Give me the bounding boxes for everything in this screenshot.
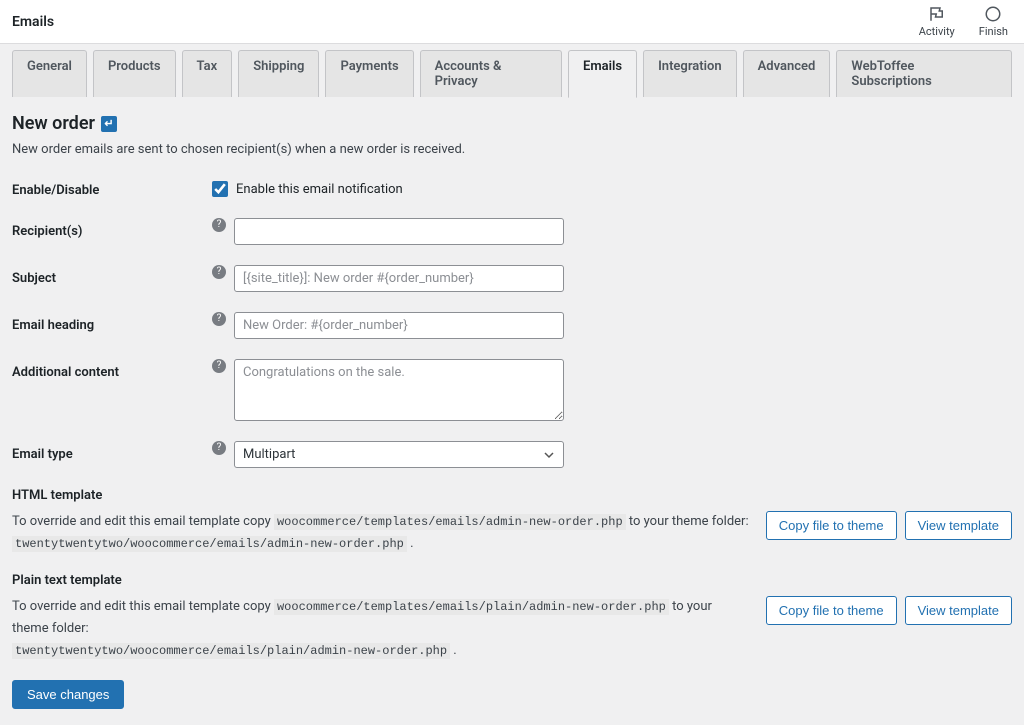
help-icon[interactable]: ?: [212, 265, 226, 279]
help-icon[interactable]: ?: [212, 359, 226, 373]
circle-icon: [984, 5, 1002, 23]
row-email-heading: Email heading ?: [12, 312, 1012, 339]
tab-integration[interactable]: Integration: [643, 50, 737, 97]
finish-button[interactable]: Finish: [979, 5, 1008, 38]
enable-checkbox[interactable]: [212, 181, 228, 197]
text-part: To override and edit this email template…: [12, 514, 274, 529]
heading-text: New order: [12, 113, 95, 134]
plain-template-title: Plain text template: [12, 573, 1012, 588]
section-heading: New order ↵: [12, 113, 1012, 134]
copy-file-button[interactable]: Copy file to theme: [766, 596, 897, 625]
tab-payments[interactable]: Payments: [325, 50, 413, 97]
topbar: Emails Activity Finish: [0, 0, 1024, 44]
label-enable: Enable/Disable: [12, 181, 212, 198]
html-template-row: To override and edit this email template…: [12, 511, 1012, 555]
tab-shipping[interactable]: Shipping: [238, 50, 319, 97]
save-wrap: Save changes: [12, 680, 1012, 709]
activity-button[interactable]: Activity: [919, 5, 955, 38]
dst-path-code: twentytwentytwo/woocommerce/emails/admin…: [12, 536, 407, 552]
save-button[interactable]: Save changes: [12, 680, 124, 709]
label-email-type: Email type: [12, 441, 212, 462]
content: New order ↵ New order emails are sent to…: [0, 97, 1024, 725]
label-recipients: Recipient(s): [12, 218, 212, 239]
subject-input[interactable]: [234, 265, 564, 292]
section-description: New order emails are sent to chosen reci…: [12, 142, 1012, 157]
topbar-actions: Activity Finish: [919, 5, 1008, 38]
dst-path-code: twentytwentytwo/woocommerce/emails/plain…: [12, 643, 450, 659]
flag-icon: [928, 5, 946, 23]
tab-emails[interactable]: Emails: [568, 50, 637, 98]
page-title: Emails: [12, 14, 54, 30]
row-additional-content: Additional content ?: [12, 359, 1012, 421]
row-subject: Subject ?: [12, 265, 1012, 292]
back-icon[interactable]: ↵: [101, 116, 117, 132]
copy-file-button[interactable]: Copy file to theme: [766, 511, 897, 540]
enable-checkbox-label: Enable this email notification: [236, 182, 403, 197]
view-template-button[interactable]: View template: [905, 596, 1012, 625]
settings-tabs: General Products Tax Shipping Payments A…: [0, 44, 1024, 97]
email-type-select[interactable]: Multipart: [234, 441, 564, 468]
tab-advanced[interactable]: Advanced: [743, 50, 831, 97]
text-part: to your theme folder:: [626, 514, 749, 529]
recipients-input[interactable]: [234, 218, 564, 245]
row-recipients: Recipient(s) ?: [12, 218, 1012, 245]
plain-template-actions: Copy file to theme View template: [766, 596, 1012, 625]
email-heading-input[interactable]: [234, 312, 564, 339]
help-icon[interactable]: ?: [212, 312, 226, 326]
tab-tax[interactable]: Tax: [182, 50, 233, 97]
text-part: .: [407, 536, 414, 551]
label-email-heading: Email heading: [12, 312, 212, 333]
help-icon[interactable]: ?: [212, 218, 226, 232]
help-icon[interactable]: ?: [212, 441, 226, 455]
text-part: .: [450, 643, 457, 658]
tab-products[interactable]: Products: [93, 50, 176, 97]
html-template-actions: Copy file to theme View template: [766, 511, 1012, 540]
html-template-title: HTML template: [12, 488, 1012, 503]
tab-general[interactable]: General: [12, 50, 87, 97]
additional-content-input[interactable]: [234, 359, 564, 421]
view-template-button[interactable]: View template: [905, 511, 1012, 540]
plain-template-row: To override and edit this email template…: [12, 596, 1012, 662]
row-email-type: Email type ? Multipart: [12, 441, 1012, 468]
plain-template-text: To override and edit this email template…: [12, 596, 750, 662]
label-additional-content: Additional content: [12, 359, 212, 380]
label-subject: Subject: [12, 265, 212, 286]
html-template-text: To override and edit this email template…: [12, 511, 750, 555]
src-path-code: woocommerce/templates/emails/plain/admin…: [274, 599, 669, 615]
finish-label: Finish: [979, 25, 1008, 38]
row-enable: Enable/Disable Enable this email notific…: [12, 181, 1012, 198]
tab-webtoffee[interactable]: WebToffee Subscriptions: [836, 50, 1012, 97]
src-path-code: woocommerce/templates/emails/admin-new-o…: [274, 514, 626, 530]
tab-accounts-privacy[interactable]: Accounts & Privacy: [420, 50, 562, 97]
activity-label: Activity: [919, 25, 955, 38]
text-part: To override and edit this email template…: [12, 599, 274, 614]
